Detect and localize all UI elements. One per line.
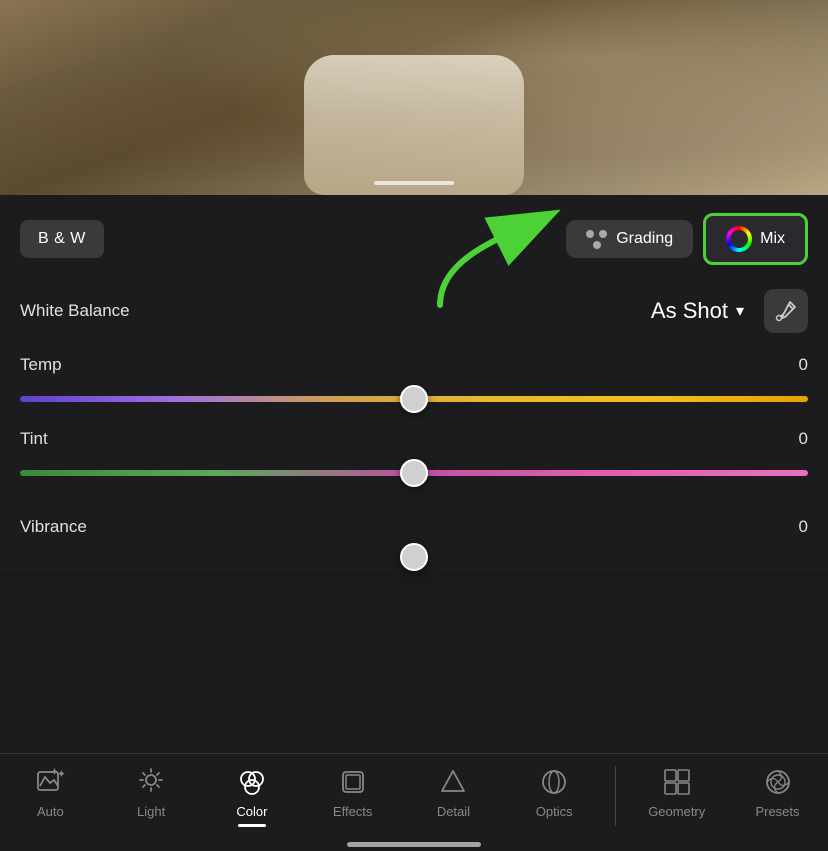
bw-button[interactable]: B & W	[20, 220, 104, 258]
nav-items-container: Auto Light	[0, 754, 828, 834]
temp-slider-header: Temp 0	[20, 355, 808, 375]
chevron-down-icon: ▾	[736, 301, 744, 321]
detail-icon	[437, 766, 469, 798]
tint-slider-thumb[interactable]	[400, 459, 428, 487]
toolbar: B & W Grading Mix	[0, 195, 828, 279]
temp-slider-row: Temp 0	[20, 355, 808, 413]
geometry-nav-label: Geometry	[648, 804, 705, 819]
detail-nav-label: Detail	[437, 804, 470, 819]
sliders-section: Temp 0 Tint 0	[0, 349, 828, 517]
nav-item-optics[interactable]: Optics	[514, 766, 594, 819]
mix-label: Mix	[760, 230, 785, 248]
tint-slider-header: Tint 0	[20, 429, 808, 449]
white-balance-value: As Shot	[651, 298, 728, 324]
tint-slider-container[interactable]	[20, 459, 808, 487]
nav-item-color[interactable]: Color	[212, 766, 292, 819]
edit-panel: B & W Grading Mix White Balance As Shot …	[0, 195, 828, 571]
temp-value: 0	[799, 355, 808, 375]
photo-preview	[0, 0, 828, 195]
optics-nav-label: Optics	[536, 804, 573, 819]
auto-nav-label: Auto	[37, 804, 64, 819]
optics-icon	[538, 766, 570, 798]
eyedropper-icon	[775, 300, 797, 322]
tint-value: 0	[799, 429, 808, 449]
white-balance-label: White Balance	[20, 301, 130, 321]
home-bar	[0, 834, 828, 851]
vibrance-slider-thumb[interactable]	[400, 543, 428, 571]
nav-item-light[interactable]: Light	[111, 766, 191, 819]
nav-item-auto[interactable]: Auto	[10, 766, 90, 819]
tint-slider-row: Tint 0	[20, 429, 808, 487]
nav-item-presets[interactable]: Presets	[738, 766, 818, 819]
nav-item-geometry[interactable]: Geometry	[637, 766, 717, 819]
tint-label: Tint	[20, 429, 48, 449]
presets-icon	[762, 766, 794, 798]
grading-dot-1	[586, 230, 594, 238]
grading-label: Grading	[616, 230, 673, 248]
bottom-navigation: Auto Light	[0, 753, 828, 851]
light-icon	[135, 766, 167, 798]
grading-icon	[586, 230, 608, 248]
eyedropper-button[interactable]	[764, 289, 808, 333]
vibrance-section: Vibrance 0	[0, 517, 828, 571]
color-icon	[236, 766, 268, 798]
grading-dot-2	[599, 230, 607, 238]
temp-slider-container[interactable]	[20, 385, 808, 413]
home-indicator	[347, 842, 481, 847]
vibrance-value: 0	[799, 517, 808, 537]
effects-nav-label: Effects	[333, 804, 373, 819]
geometry-icon	[661, 766, 693, 798]
nav-item-effects[interactable]: Effects	[313, 766, 393, 819]
vibrance-slider-container[interactable]	[20, 543, 808, 571]
toolbar-right: Grading Mix	[566, 213, 808, 265]
temp-slider-thumb[interactable]	[400, 385, 428, 413]
color-wheel-icon	[726, 226, 752, 252]
vibrance-header: Vibrance 0	[20, 517, 808, 537]
effects-icon	[337, 766, 369, 798]
nav-divider	[615, 766, 616, 826]
white-balance-dropdown[interactable]: As Shot ▾	[651, 298, 744, 324]
auto-icon	[34, 766, 66, 798]
grading-dot-3	[593, 241, 601, 249]
nav-item-detail[interactable]: Detail	[413, 766, 493, 819]
color-nav-label: Color	[236, 804, 267, 819]
temp-label: Temp	[20, 355, 62, 375]
presets-nav-label: Presets	[755, 804, 799, 819]
mix-button[interactable]: Mix	[703, 213, 808, 265]
vibrance-label: Vibrance	[20, 517, 87, 537]
grading-button[interactable]: Grading	[566, 220, 693, 258]
scroll-indicator	[374, 181, 454, 185]
light-nav-label: Light	[137, 804, 165, 819]
white-balance-row: White Balance As Shot ▾	[0, 279, 828, 349]
